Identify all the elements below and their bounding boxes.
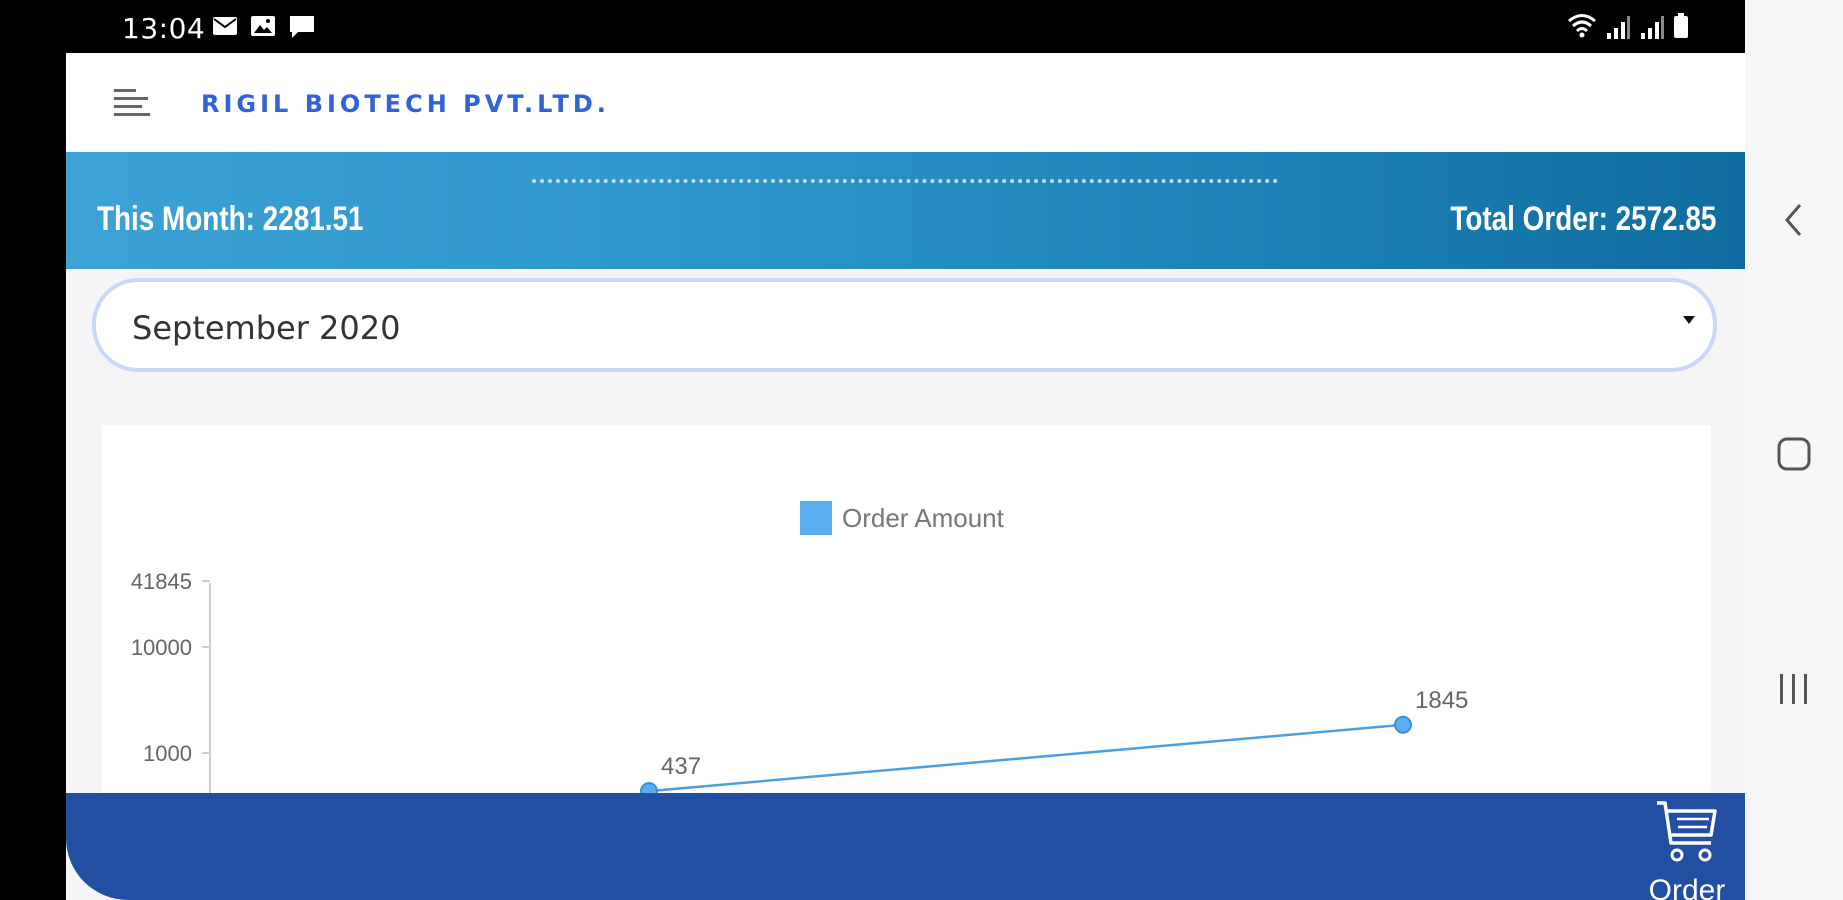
- signal-icon: [1607, 16, 1630, 39]
- order-label: Order: [1648, 874, 1726, 900]
- series-line: [648, 723, 1404, 793]
- image-icon: [251, 16, 275, 36]
- status-time: 13:04: [122, 12, 206, 45]
- order-summary-banner: This Month: 2281.51 Total Order: 2572.85: [66, 152, 1745, 269]
- month-select[interactable]: September 2020: [92, 278, 1717, 372]
- back-button[interactable]: [1771, 197, 1817, 243]
- brand-title: RIGIL BIOTECH PVT.LTD.: [201, 90, 610, 118]
- series-order-amount: 437 1845: [640, 687, 1468, 801]
- month-select-value: September 2020: [132, 309, 401, 347]
- status-bar: 13:04: [0, 0, 1745, 53]
- recents-button[interactable]: [1771, 666, 1817, 712]
- y-tick-label: 41845: [131, 569, 192, 594]
- data-label: 437: [661, 753, 701, 780]
- notification-icons: [212, 14, 316, 40]
- legend-label: Order Amount: [842, 503, 1005, 533]
- order-button[interactable]: Order: [1637, 799, 1737, 900]
- bottom-bar: Order: [66, 793, 1745, 900]
- mail-icon: [213, 17, 237, 35]
- menu-icon[interactable]: [112, 83, 152, 123]
- signal-icon: [1641, 16, 1664, 39]
- cart-icon: [1657, 801, 1717, 862]
- total-order-amount: Total Order: 2572.85: [1449, 200, 1716, 238]
- back-icon: [1785, 204, 1802, 236]
- app-screen: RIGIL BIOTECH PVT.LTD. This Month: 2281.…: [66, 53, 1745, 900]
- recents-icon: [1780, 674, 1807, 704]
- data-label: 1845: [1415, 687, 1468, 714]
- caret-down-icon: [1683, 316, 1695, 324]
- this-month-total: This Month: 2281.51: [97, 200, 364, 238]
- system-icons: [1567, 13, 1689, 39]
- legend-swatch: [800, 501, 832, 535]
- chart-legend: Order Amount: [800, 501, 1005, 535]
- app-toolbar: RIGIL BIOTECH PVT.LTD.: [66, 53, 1745, 152]
- wifi-icon: [1568, 14, 1596, 38]
- battery-icon: [1674, 13, 1688, 38]
- system-nav-bar: [1745, 0, 1843, 900]
- home-icon: [1777, 437, 1811, 471]
- data-point: [1394, 715, 1412, 734]
- divider: [532, 179, 1278, 183]
- home-button[interactable]: [1771, 431, 1817, 477]
- y-tick-label: 10000: [131, 635, 192, 660]
- message-icon: [290, 16, 314, 38]
- y-tick-label: 1000: [143, 741, 192, 766]
